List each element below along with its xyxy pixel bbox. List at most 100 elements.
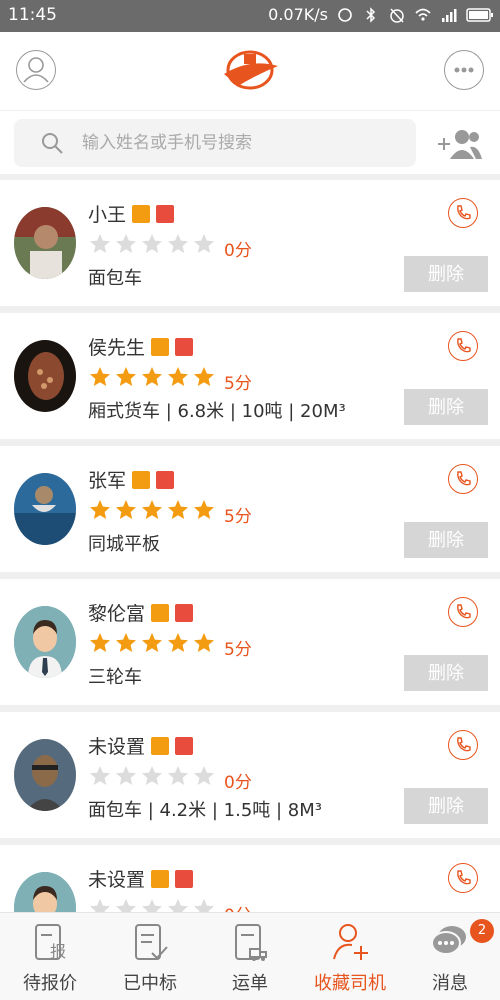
rating-stars <box>88 498 216 522</box>
star-icon <box>116 500 136 519</box>
doc-check-icon <box>135 924 168 960</box>
profile-button[interactable] <box>16 50 56 90</box>
quote-doc-icon: 报 <box>35 924 66 961</box>
star-icon <box>116 367 136 386</box>
driver-name: 侯先生 <box>88 333 194 360</box>
driver-name-text: 未设置 <box>88 736 146 758</box>
star-icon <box>194 633 214 652</box>
star-icon <box>142 500 162 519</box>
id-verified-icon <box>151 869 170 888</box>
star-icon <box>168 500 188 519</box>
rating-stars <box>88 365 216 389</box>
star-icon <box>90 633 110 652</box>
rating-stars <box>88 764 216 788</box>
nav-item-favorite-drivers[interactable]: 收藏司机 <box>300 913 400 1000</box>
star-icon <box>90 500 110 519</box>
phone-icon <box>456 603 471 618</box>
rating-stars <box>88 232 216 256</box>
nav-item-waybill[interactable]: 运单 <box>200 913 300 1000</box>
star-icon <box>90 367 110 386</box>
vehicle-info: 面包车 | 4.2米 | 1.5吨 | 8M³ <box>88 800 322 821</box>
delete-button[interactable]: 删除 <box>404 788 488 824</box>
star-icon <box>194 234 214 253</box>
headset-icon <box>338 7 352 22</box>
message-icon <box>431 926 466 955</box>
bottom-nav: 报 待报价 已中标 运单 收藏司机 2 消息 <box>0 912 500 1000</box>
call-button[interactable] <box>448 597 478 627</box>
more-button[interactable] <box>444 50 484 90</box>
delete-button[interactable]: 删除 <box>404 655 488 691</box>
vehicle-info: 同城平板 <box>88 534 160 555</box>
user-icon <box>23 57 49 83</box>
nav-label: 运单 <box>232 973 268 994</box>
driver-card: 张军 5分 同城平板 删除 <box>0 446 500 572</box>
star-icon <box>90 234 110 253</box>
nav-label: 待报价 <box>23 973 77 994</box>
delete-button[interactable]: 删除 <box>404 522 488 558</box>
nav-item-pending-quote[interactable]: 报 待报价 <box>0 913 100 1000</box>
nav-label: 收藏司机 <box>314 973 386 994</box>
driver-name: 张军 <box>88 466 175 493</box>
svg-text:报: 报 <box>50 942 66 961</box>
phone-icon <box>456 204 471 219</box>
star-icon <box>142 766 162 785</box>
vehicle-verified-icon <box>175 603 194 622</box>
vehicle-verified-icon <box>175 869 194 888</box>
nav-item-messages[interactable]: 2 消息 <box>400 913 500 1000</box>
driver-list: 小王 0分 面包车 删除 侯先生 5分 厢式货车 | 6.8米 | 10吨 | … <box>0 180 500 978</box>
status-bar: 11:45 0.07K/s <box>0 0 500 32</box>
call-button[interactable] <box>448 863 478 893</box>
star-icon <box>142 633 162 652</box>
rating-score: 0分 <box>224 773 252 793</box>
driver-card: 黎伦富 5分 三轮车 删除 <box>0 579 500 705</box>
vehicle-verified-icon <box>175 736 194 755</box>
alarm-off-icon <box>390 7 404 23</box>
avatar <box>14 340 76 412</box>
nav-item-won-bid[interactable]: 已中标 <box>100 913 200 1000</box>
star-icon <box>116 633 136 652</box>
star-icon <box>142 367 162 386</box>
wifi-icon <box>415 8 431 21</box>
search-row <box>0 110 500 174</box>
status-time: 11:45 <box>8 5 57 25</box>
avatar <box>14 473 76 545</box>
driver-add-icon <box>333 924 368 960</box>
search-input[interactable] <box>82 129 402 157</box>
app-header <box>0 32 500 110</box>
id-verified-icon <box>151 337 170 356</box>
id-verified-icon <box>151 603 170 622</box>
nav-label: 已中标 <box>123 973 177 994</box>
star-icon <box>168 367 188 386</box>
driver-name-text: 黎伦富 <box>88 603 146 625</box>
call-button[interactable] <box>448 730 478 760</box>
add-contact-icon[interactable] <box>434 125 484 163</box>
status-icons: 0.07K/s <box>268 5 494 24</box>
star-icon <box>142 234 162 253</box>
network-speed: 0.07K/s <box>268 5 328 24</box>
phone-icon <box>456 470 471 485</box>
delete-button[interactable]: 删除 <box>404 256 488 292</box>
star-icon <box>116 234 136 253</box>
rating-score: 0分 <box>224 241 252 261</box>
search-box <box>14 119 416 167</box>
star-icon <box>168 633 188 652</box>
vehicle-verified-icon <box>156 470 175 489</box>
driver-name-text: 未设置 <box>88 869 146 891</box>
app-logo <box>224 50 278 90</box>
driver-name-text: 小王 <box>88 204 127 226</box>
call-button[interactable] <box>448 464 478 494</box>
star-icon <box>194 367 214 386</box>
search-icon <box>42 133 63 154</box>
vehicle-verified-icon <box>156 204 175 223</box>
driver-card: 未设置 0分 面包车 | 4.2米 | 1.5吨 | 8M³ 删除 <box>0 712 500 838</box>
call-button[interactable] <box>448 331 478 361</box>
id-verified-icon <box>151 736 170 755</box>
driver-name: 未设置 <box>88 865 194 892</box>
call-button[interactable] <box>448 198 478 228</box>
more-icon <box>454 67 474 73</box>
driver-name-text: 张军 <box>88 470 127 492</box>
rating-score: 5分 <box>224 374 252 394</box>
delete-button[interactable]: 删除 <box>404 389 488 425</box>
star-icon <box>90 766 110 785</box>
vehicle-info: 三轮车 <box>88 667 142 688</box>
